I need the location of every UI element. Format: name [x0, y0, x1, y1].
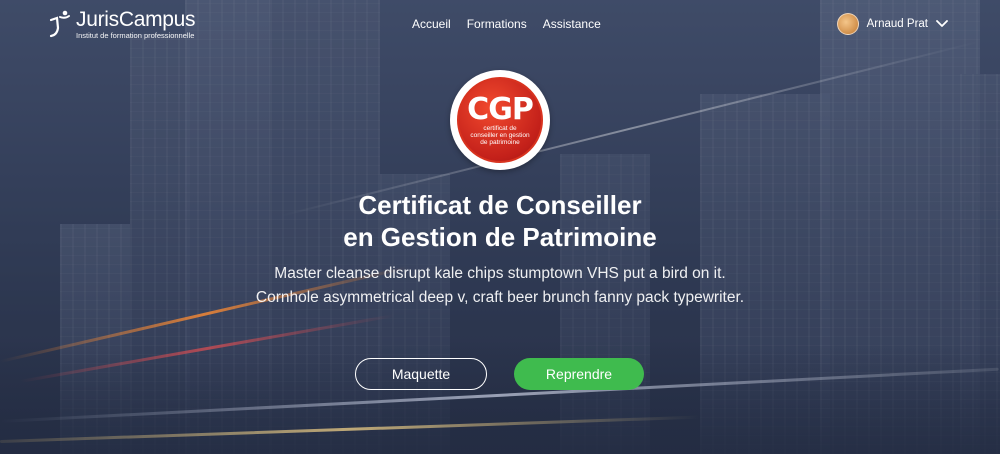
brand-name: JurisCampus	[76, 8, 196, 31]
badge-acronym: CGP	[467, 91, 534, 127]
hero-banner: JurisCampus Institut de formation profes…	[0, 0, 1000, 454]
main-nav: Accueil Formations Assistance	[412, 17, 601, 31]
brand-logo[interactable]: JurisCampus Institut de formation profes…	[48, 8, 196, 40]
course-description-line-1: Master cleanse disrupt kale chips stumpt…	[274, 265, 726, 282]
avatar	[836, 13, 859, 35]
reprendre-button[interactable]: Reprendre	[514, 358, 644, 390]
brand-tagline: Institut de formation professionnelle	[76, 31, 195, 40]
user-name: Arnaud Prat	[866, 18, 928, 30]
maquette-button[interactable]: Maquette	[355, 358, 487, 390]
badge-text: certificat de conseiller en gestion de p…	[470, 124, 530, 146]
user-menu[interactable]: Arnaud Prat	[836, 13, 948, 35]
course-title: Certificat de Conseiller en Gestion de P…	[0, 189, 1000, 253]
top-navbar: JurisCampus Institut de formation profes…	[0, 0, 1000, 52]
course-description-line-2: Cornhole asymmetrical deep v, craft beer…	[255, 289, 745, 306]
nav-item-formations[interactable]: Formations	[467, 17, 527, 31]
course-description: Master cleanse disrupt kale chips stumpt…	[0, 262, 1000, 310]
course-badge: CGP certificat de conseiller en gestion …	[450, 70, 550, 170]
nav-item-accueil[interactable]: Accueil	[412, 17, 451, 31]
course-title-line-1: Certificat de Conseiller	[358, 190, 642, 220]
course-badge-seal: CGP certificat de conseiller en gestion …	[457, 77, 543, 163]
course-title-line-2: en Gestion de Patrimoine	[343, 222, 657, 252]
chevron-down-icon	[936, 20, 948, 27]
nav-item-assistance[interactable]: Assistance	[543, 17, 601, 31]
juriscampus-logo-icon	[49, 10, 70, 38]
